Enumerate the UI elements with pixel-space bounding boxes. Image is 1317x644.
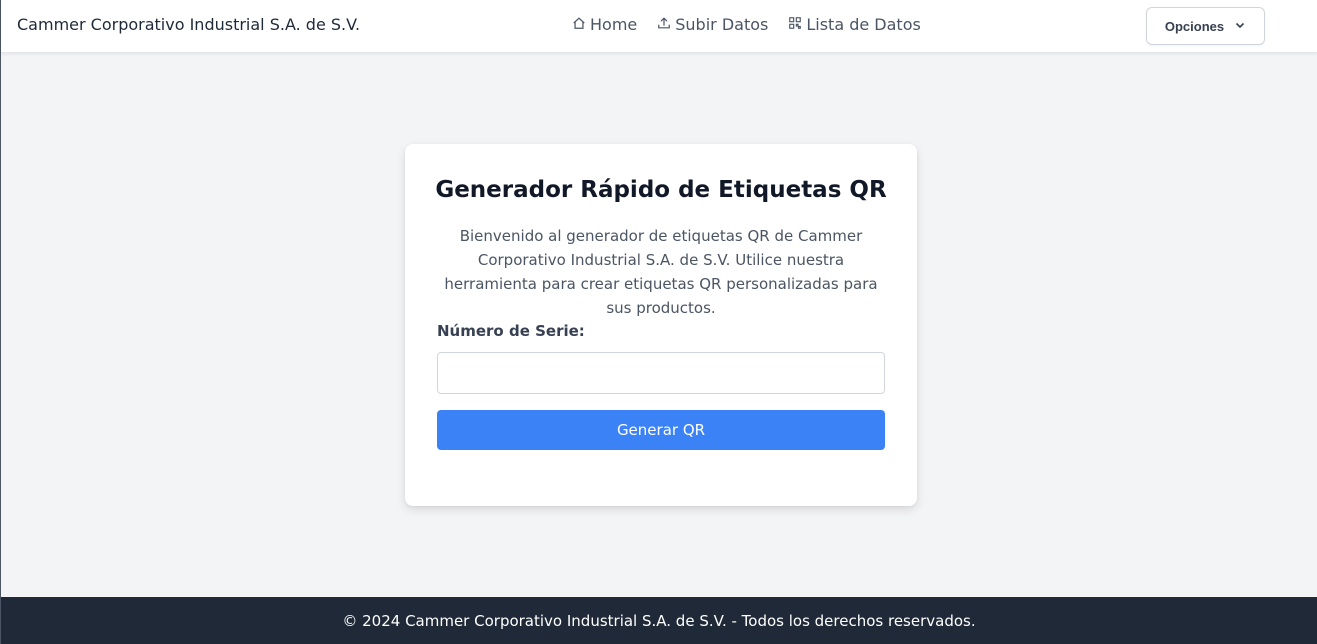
nav-link-data-list-label: Lista de Datos <box>806 15 921 34</box>
home-icon <box>572 15 586 34</box>
generate-qr-button[interactable]: Generar QR <box>437 410 885 450</box>
nav-link-data-list[interactable]: Lista de Datos <box>788 15 921 34</box>
nav-link-home-label: Home <box>590 15 638 34</box>
top-navbar: Cammer Corporativo Industrial S.A. de S.… <box>1 0 1317 53</box>
options-label: Opciones <box>1164 18 1225 34</box>
nav-link-upload-label: Subir Datos <box>675 15 769 34</box>
upload-icon <box>657 15 671 34</box>
serial-number-label: Número de Serie: <box>437 322 585 340</box>
qr-generator-card: Generador Rápido de Etiquetas QR Bienven… <box>405 144 917 506</box>
options-dropdown-button[interactable]: Opciones <box>1146 7 1265 45</box>
card-title: Generador Rápido de Etiquetas QR <box>435 177 887 203</box>
brand-name[interactable]: Cammer Corporativo Industrial S.A. de S.… <box>17 15 360 34</box>
page-footer: © 2024 Cammer Corporativo Industrial S.A… <box>1 597 1317 644</box>
nav-link-home[interactable]: Home <box>572 15 637 34</box>
nav-link-upload[interactable]: Subir Datos <box>657 15 768 34</box>
main-nav: Home Subir Datos Lista de Datos <box>572 15 921 34</box>
qr-grid-icon <box>788 15 802 34</box>
chevron-down-icon <box>1234 19 1246 34</box>
footer-copyright: © 2024 Cammer Corporativo Industrial S.A… <box>342 611 976 630</box>
card-description: Bienvenido al generador de etiquetas QR … <box>444 227 878 317</box>
serial-number-input[interactable] <box>437 352 885 394</box>
